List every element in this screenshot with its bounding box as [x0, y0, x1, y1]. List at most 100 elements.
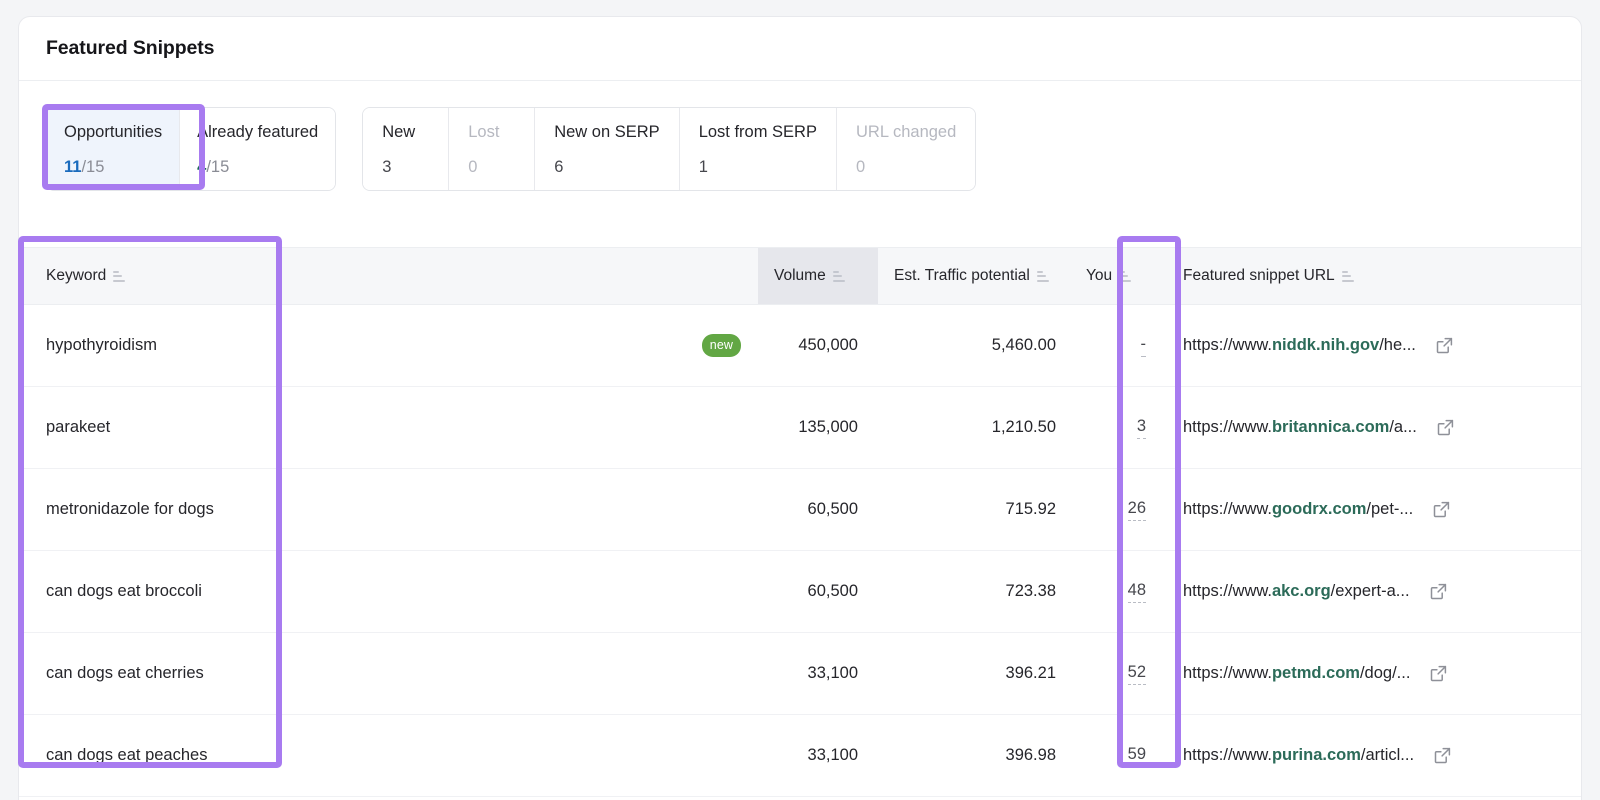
card-header: Featured Snippets [19, 17, 1581, 81]
status-tab-opportunities[interactable]: Opportunities11/15 [47, 108, 180, 190]
url-domain: petmd.com [1272, 664, 1360, 682]
external-link-icon[interactable] [1430, 583, 1447, 600]
column-header-traffic[interactable]: Est. Traffic potential [878, 248, 1076, 304]
sort-icon[interactable] [833, 271, 845, 282]
keyword-text: metronidazole for dogs [46, 500, 214, 519]
cell-featured-snippet-url[interactable]: https://www.britannica.com/a... [1166, 387, 1561, 468]
column-header-you[interactable]: You [1076, 248, 1166, 304]
url-path: /dog/... [1360, 664, 1410, 682]
cell-traffic-potential: 396.21 [878, 633, 1076, 714]
status-tab-count: 4 [197, 158, 206, 176]
change-tab-url-changed[interactable]: URL changed0 [837, 108, 975, 190]
table-row[interactable]: can dogs eat cherries 33,100 396.21 52 https… [19, 633, 1582, 715]
table-row[interactable]: parakeet135,0001,210.503https://www.brit… [19, 387, 1582, 469]
cell-keyword[interactable]: can dogs eat broccoli [19, 551, 283, 632]
cell-traffic-potential: 5,460.00 [878, 305, 1076, 386]
featured-snippets-table: Keyword Volume Est. Traffic potential Yo… [19, 247, 1582, 797]
featured-snippets-card: Featured Snippets Opportunities11/15 Alre… [18, 16, 1582, 800]
volume-value: 33,100 [808, 664, 858, 683]
column-header-keyword[interactable]: Keyword [19, 248, 283, 304]
change-tab-group: New3Lost0New on SERP6Lost from SERP1URL … [362, 107, 976, 191]
sort-icon[interactable] [113, 271, 125, 282]
cell-badge [283, 387, 758, 468]
url-path: /a... [1389, 418, 1417, 436]
status-tab-label: Already featured [197, 121, 318, 143]
cell-featured-snippet-url[interactable]: https://www.niddk.nih.gov/he... [1166, 305, 1561, 386]
sort-icon[interactable] [1342, 271, 1354, 282]
volume-value: 33,100 [808, 746, 858, 765]
sort-icon[interactable] [1037, 271, 1049, 282]
cell-you-position[interactable]: 52 [1076, 633, 1166, 714]
external-link-icon[interactable] [1437, 419, 1454, 436]
url-domain: niddk.nih.gov [1272, 336, 1379, 354]
change-tab-lost[interactable]: Lost0 [449, 108, 535, 190]
url-text: https://www.niddk.nih.gov/he... [1183, 336, 1416, 355]
cell-keyword[interactable]: can dogs eat peaches [19, 715, 283, 796]
column-header-keyword-label: Keyword [46, 267, 106, 285]
url-wrapper: https://www.niddk.nih.gov/he... [1183, 336, 1541, 355]
traffic-value: 723.38 [1006, 582, 1056, 601]
cell-keyword[interactable]: parakeet [19, 387, 283, 468]
you-position-value: 26 [1128, 499, 1146, 521]
change-tab-lost-from-serp[interactable]: Lost from SERP1 [680, 108, 837, 190]
table-row[interactable]: can dogs eat peaches 33,100 396.9859 https:… [19, 715, 1582, 797]
you-position-value: 52 [1128, 663, 1146, 685]
cell-featured-snippet-url[interactable]: https://www.goodrx.com/pet-... [1166, 469, 1561, 550]
volume-value: 135,000 [798, 418, 858, 437]
cell-volume: 60,500 [758, 551, 878, 632]
cell-you-position[interactable]: 26 [1076, 469, 1166, 550]
keyword-text: can dogs eat cherries [46, 664, 204, 683]
cell-featured-snippet-url[interactable]: https://www.akc.org/expert-a... [1166, 551, 1561, 632]
cell-volume: 33,100 [758, 633, 878, 714]
url-domain: goodrx.com [1272, 500, 1366, 518]
url-path: /pet-... [1366, 500, 1413, 518]
change-tab-value: 1 [699, 156, 817, 178]
status-tab-value: 11/15 [64, 156, 162, 178]
volume-value: 450,000 [798, 336, 858, 355]
status-tab-already-featured[interactable]: Already featured4/15 [180, 108, 335, 190]
url-text: https://www.purina.com/articl... [1183, 746, 1414, 765]
cell-featured-snippet-url[interactable]: https://www.petmd.com/dog/... [1166, 633, 1561, 714]
cell-keyword[interactable]: hypothyroidism [19, 305, 283, 386]
column-header-traffic-label: Est. Traffic potential [894, 267, 1030, 285]
cell-you-position[interactable]: 3 [1076, 387, 1166, 468]
change-tab-new-on-serp[interactable]: New on SERP6 [535, 108, 679, 190]
url-text: https://www.goodrx.com/pet-... [1183, 500, 1413, 519]
url-text: https://www.akc.org/expert-a... [1183, 582, 1410, 601]
cell-volume: 135,000 [758, 387, 878, 468]
external-link-icon[interactable] [1433, 501, 1450, 518]
column-header-volume[interactable]: Volume [758, 248, 878, 304]
cell-you-position[interactable]: 59 [1076, 715, 1166, 796]
cell-you-position[interactable]: 48 [1076, 551, 1166, 632]
keyword-text: can dogs eat broccoli [46, 582, 202, 601]
sort-icon[interactable] [1119, 271, 1131, 282]
cell-traffic-potential: 396.98 [878, 715, 1076, 796]
url-scheme: https://www. [1183, 664, 1272, 682]
cell-keyword[interactable]: can dogs eat cherries [19, 633, 283, 714]
page-root: Featured Snippets Opportunities11/15 Alre… [0, 0, 1600, 800]
keyword-text: can dogs eat peaches [46, 746, 207, 765]
change-tab-value: 0 [856, 156, 956, 178]
change-tab-value: 3 [382, 156, 429, 178]
cell-badge: new [283, 305, 758, 386]
cell-badge [283, 551, 758, 632]
url-domain: purina.com [1272, 746, 1361, 764]
change-tab-new[interactable]: New3 [363, 108, 449, 190]
external-link-icon[interactable] [1430, 665, 1447, 682]
cell-you-position[interactable]: - [1076, 305, 1166, 386]
traffic-value: 5,460.00 [992, 336, 1056, 355]
cell-keyword[interactable]: metronidazole for dogs [19, 469, 283, 550]
traffic-value: 396.21 [1006, 664, 1056, 683]
table-row[interactable]: metronidazole for dogs60,500715.9226http… [19, 469, 1582, 551]
column-header-url[interactable]: Featured snippet URL [1166, 248, 1561, 304]
volume-value: 60,500 [808, 500, 858, 519]
external-link-icon[interactable] [1436, 337, 1453, 354]
external-link-icon[interactable] [1434, 747, 1451, 764]
url-domain: britannica.com [1272, 418, 1389, 436]
cell-featured-snippet-url[interactable]: https://www.purina.com/articl... [1166, 715, 1561, 796]
table-body: hypothyroidismnew450,0005,460.00-https:/… [19, 305, 1582, 797]
table-row[interactable]: can dogs eat broccoli 60,500 723.38 48 https… [19, 551, 1582, 633]
table-row[interactable]: hypothyroidismnew 450,000 5,460.00 -https:/… [19, 305, 1582, 387]
url-wrapper: https://www.akc.org/expert-a... [1183, 582, 1541, 601]
status-tab-total: /15 [81, 158, 104, 176]
